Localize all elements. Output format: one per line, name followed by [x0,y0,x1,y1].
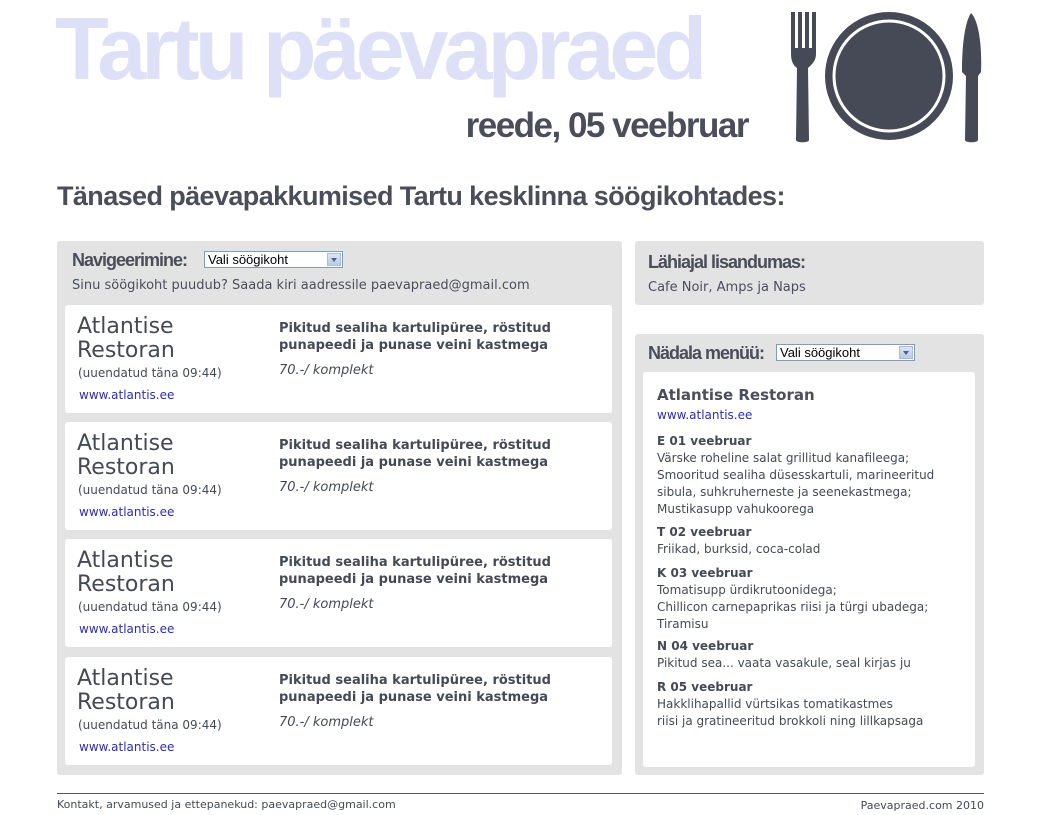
dish-description: Pikitud sealiha kartulipüree, röstitud p… [279,555,551,587]
offer-card: Atlantise Restoran (uuendatud täna 09:44… [65,422,612,530]
offers-panel: Navigeerimine: Vali söögikoht Sinu söögi… [57,241,622,775]
weekly-menu-card: Atlantise Restoran www.atlantis.ee E 01 … [643,372,975,767]
site-title: Tartu päevapraed [55,0,707,98]
weekly-restaurant-link[interactable]: www.atlantis.ee [657,408,752,422]
chevron-down-icon[interactable] [327,253,341,266]
menu-line: Friikad, burksid, coca-colad [657,542,821,556]
dish-price: 70.-/ komplekt [279,597,374,612]
day-label: K 03 veebruar [657,566,753,580]
menu-line: Smooritud sealiha düsesskartuli, marinee… [657,468,935,482]
offer-card: Atlantise Restoran (uuendatud täna 09:44… [65,657,612,765]
menu-line: Tiramisu [657,617,709,631]
day-label: E 01 veebruar [657,434,752,448]
current-date: reede, 05 veebruar [465,106,750,145]
offer-card: Atlantise Restoran (uuendatud täna 09:44… [65,305,612,413]
day-label: R 05 veebruar [657,680,753,694]
updated-time: (uuendatud täna 09:44) [78,600,222,614]
menu-day: E 01 veebruar Värske roheline salat gril… [657,433,967,518]
offer-card: Atlantise Restoran (uuendatud täna 09:44… [65,539,612,647]
updated-time: (uuendatud täna 09:44) [78,483,222,497]
footer-divider [57,793,984,794]
menu-line: Värske roheline salat grillitud kanafile… [657,451,910,465]
footer-copyright: Paevapraed.com 2010 [860,799,984,812]
weekly-select-value: Vali söögikoht [780,345,860,360]
missing-restaurant-note: Sinu söögikoht puudub? Saada kiri aadres… [72,278,530,293]
page-heading: Tänased päevapakkumised Tartu kesklinna … [57,181,785,211]
coming-soon-text: Cafe Noir, Amps ja Naps [648,280,806,295]
menu-line: Tomatisupp ürdikrutoonidega; [657,583,837,597]
restaurant-link[interactable]: www.atlantis.ee [79,740,174,754]
menu-day: T 02 veebruar Friikad, burksid, coca-col… [657,524,967,558]
menu-line: Hakklihapallid vürtsikas tomatikastmes [657,697,893,711]
coming-soon-label: Lähiajal lisandumas: [648,252,806,272]
restaurant-link[interactable]: www.atlantis.ee [79,622,174,636]
menu-day: N 04 veebruar Pikitud sea... vaata vasak… [657,638,967,672]
day-label: T 02 veebruar [657,525,752,539]
day-label: N 04 veebruar [657,639,754,653]
menu-line: Chillicon carnepaprikas riisi ja türgi u… [657,600,929,614]
dish-price: 70.-/ komplekt [279,715,374,730]
menu-line: riisi ja gratineeritud brokkoli ning lil… [657,714,924,728]
restaurant-name: Atlantise Restoran [77,548,175,597]
restaurant-select-value: Vali söögikoht [208,252,288,267]
updated-time: (uuendatud täna 09:44) [78,718,222,732]
updated-time: (uuendatud täna 09:44) [78,366,222,380]
menu-day: R 05 veebruar Hakklihapallid vürtsikas t… [657,679,967,730]
dish-description: Pikitud sealiha kartulipüree, röstitud p… [279,321,551,353]
dish-description: Pikitud sealiha kartulipüree, röstitud p… [279,673,551,705]
coming-soon-panel: Lähiajal lisandumas: Cafe Noir, Amps ja … [635,241,984,305]
weekly-restaurant-select[interactable]: Vali söögikoht [776,344,915,361]
dish-description: Pikitud sealiha kartulipüree, röstitud p… [279,438,551,470]
plate-fork-knife-icon [791,12,982,143]
weekly-menu-label: Nädala menüü: [648,343,765,363]
restaurant-link[interactable]: www.atlantis.ee [79,505,174,519]
menu-line: Pikitud sea... vaata vasakule, seal kirj… [657,656,911,670]
menu-day: K 03 veebruar Tomatisupp ürdikrutoonideg… [657,565,967,633]
menu-line: sibula, suhkruherneste ja seenekastmega; [657,485,912,499]
dish-price: 70.-/ komplekt [279,363,374,378]
footer-contact: Kontakt, arvamused ja ettepanekud: paeva… [57,798,396,811]
restaurant-link[interactable]: www.atlantis.ee [79,388,174,402]
weekly-menu-panel: Nädala menüü: Vali söögikoht Atlantise R… [635,334,984,775]
weekly-restaurant-name: Atlantise Restoran [657,386,815,404]
restaurant-name: Atlantise Restoran [77,666,175,715]
restaurant-select[interactable]: Vali söögikoht [204,251,343,268]
chevron-down-icon[interactable] [899,346,913,359]
restaurant-name: Atlantise Restoran [77,431,175,480]
restaurant-name: Atlantise Restoran [77,314,175,363]
navigation-label: Navigeerimine: [72,250,188,270]
menu-line: Mustikasupp vahukoorega [657,502,815,516]
dish-price: 70.-/ komplekt [279,480,374,495]
